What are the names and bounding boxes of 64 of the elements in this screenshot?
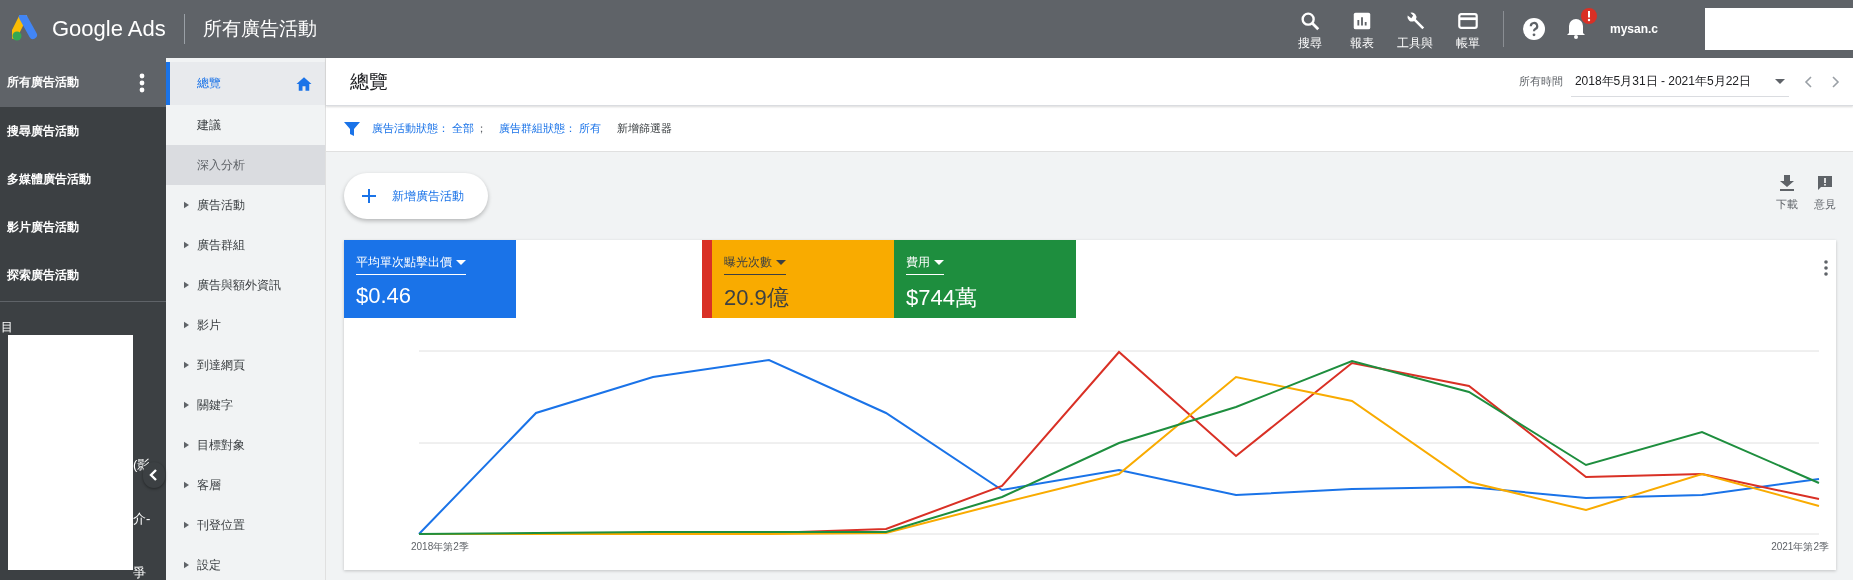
metric-card[interactable]: 曝光次數 20.9億 <box>712 240 894 318</box>
menu-item[interactable]: 到達網頁 <box>166 345 325 385</box>
menu-item[interactable]: 客層 <box>166 465 325 505</box>
metric-value: 20.9億 <box>724 284 790 312</box>
group-label: 目 <box>1 319 13 336</box>
feedback-button[interactable]: 意見 <box>1814 175 1836 212</box>
menu-item[interactable]: 關鍵字 <box>166 385 325 425</box>
sidebar-item[interactable]: 所有廣告活動 <box>0 58 166 107</box>
menu-item[interactable]: 廣告活動 <box>166 185 325 225</box>
search-button[interactable]: 搜尋 <box>1292 0 1327 58</box>
page-title: 所有廣告活動 <box>202 17 317 41</box>
sidebar-item[interactable]: 探索廣告活動 <box>0 251 166 299</box>
range-label: 所有時間 <box>1518 74 1563 89</box>
card-icon <box>1456 10 1479 32</box>
metric-value: $0.46 <box>356 283 413 309</box>
metric-label: 曝光次數 <box>724 254 772 271</box>
tools-button[interactable]: 工具與 <box>1396 0 1433 58</box>
date-range-dropdown[interactable]: 2018年5月31日 - 2021年5月22日 <box>1570 66 1789 97</box>
page-heading: 總覽 <box>350 69 388 94</box>
download-icon <box>1779 175 1795 191</box>
next-icon[interactable] <box>1829 75 1841 88</box>
metric-value: $744萬 <box>906 284 978 312</box>
axis-label: 2021年第2季 <box>1771 540 1829 554</box>
reports-button[interactable]: 報表 <box>1344 0 1379 58</box>
metric-card[interactable]: 平均單次點擊出價 $0.46 <box>344 240 516 318</box>
previous-icon[interactable] <box>1803 75 1815 88</box>
add-filter-button[interactable]: 新增篩選器 <box>617 121 673 136</box>
billing-button[interactable]: 帳單 <box>1450 0 1485 58</box>
menu-item[interactable]: 設定 <box>166 545 325 580</box>
new-campaign-button[interactable]: 新增廣告活動 <box>344 173 488 219</box>
menu-item[interactable]: 建議 <box>166 105 325 145</box>
metric-label: 平均單次點擊出價 <box>356 254 452 271</box>
account-name[interactable]: mysan.c <box>1609 22 1658 36</box>
menu-item[interactable]: 廣告群組 <box>166 225 325 265</box>
metric-label: 費用 <box>906 254 930 271</box>
dropdown-icon <box>1775 78 1785 84</box>
sidebar-item[interactable]: 多媒體廣告活動 <box>0 155 166 203</box>
more-icon[interactable] <box>139 73 145 93</box>
sidebar-item[interactable]: 介- <box>133 510 151 528</box>
sidebar-item[interactable]: 影片廣告活動 <box>0 203 166 251</box>
sidebar-item[interactable]: 搜尋廣告活動 <box>0 107 166 155</box>
menu-item[interactable]: 深入分析 <box>166 145 325 185</box>
dropdown-icon <box>776 260 786 265</box>
menu-item[interactable]: 廣告與額外資訊 <box>166 265 325 305</box>
menu-item[interactable]: 刊登位置 <box>166 505 325 545</box>
filter-chip[interactable]: 廣告活動狀態： 全部 <box>372 121 475 136</box>
product-name: Google Ads <box>52 16 166 42</box>
feedback-icon <box>1817 175 1833 191</box>
filter-icon[interactable] <box>344 120 360 137</box>
metric-card[interactable]: 費用 $744萬 <box>894 240 1076 318</box>
menu-item[interactable]: 總覽 <box>166 62 325 105</box>
filter-separator: ； <box>476 121 488 136</box>
axis-label: 2018年第2季 <box>411 540 469 554</box>
dropdown-icon <box>456 260 466 265</box>
help-icon[interactable] <box>1521 17 1546 41</box>
filter-chip[interactable]: 廣告群組狀態： 所有 <box>499 121 602 136</box>
plus-icon <box>362 189 376 203</box>
download-button[interactable]: 下載 <box>1776 175 1798 212</box>
menu-item[interactable]: 影片 <box>166 305 325 345</box>
more-icon[interactable] <box>1824 260 1828 276</box>
chevron-left-icon <box>148 469 160 481</box>
dropdown-icon <box>934 260 944 265</box>
menu-item[interactable]: 目標對象 <box>166 425 325 465</box>
sidebar-item[interactable]: 爭 <box>133 564 146 580</box>
